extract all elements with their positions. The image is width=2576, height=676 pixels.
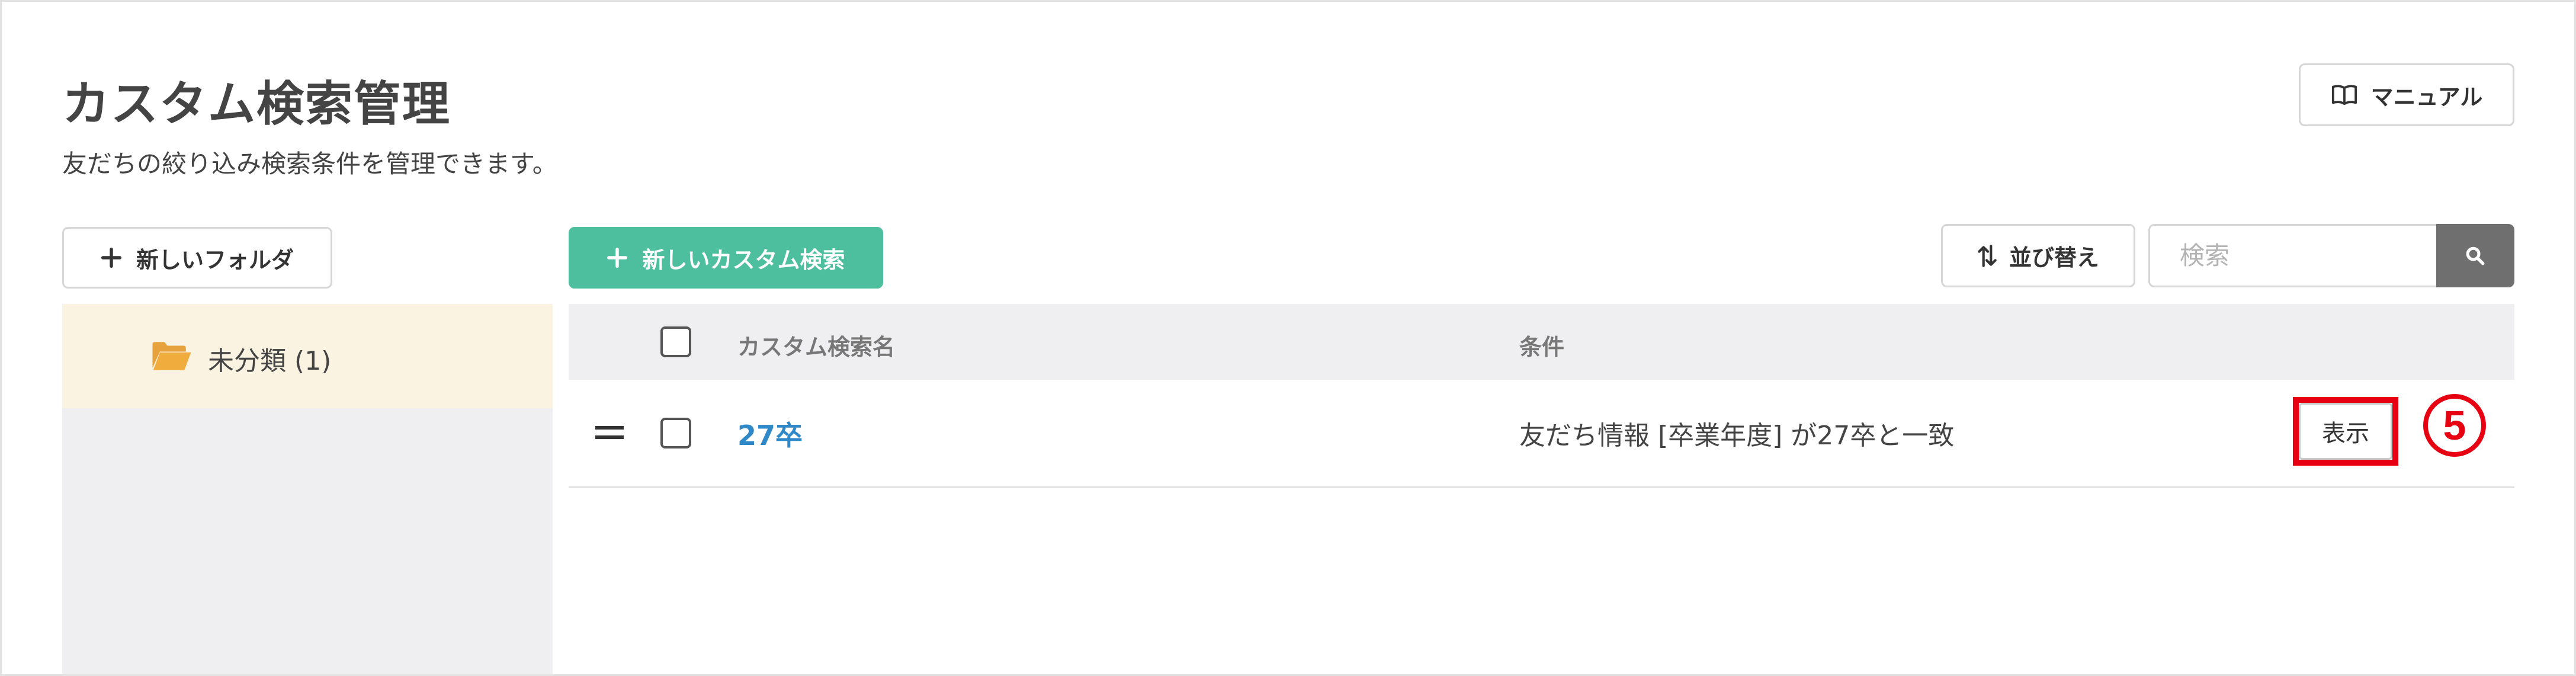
column-header-name: カスタム検索名 xyxy=(737,334,896,360)
folder-open-icon xyxy=(152,342,191,370)
manual-button[interactable]: マニュアル xyxy=(2299,63,2514,126)
search-icon xyxy=(2466,246,2485,265)
table-row: 27卒 友だち情報 [卒業年度] が27卒と一致 xyxy=(569,380,2514,488)
table-header: カスタム検索名 条件 xyxy=(569,304,2514,380)
new-folder-button[interactable]: 新しいフォルダ xyxy=(62,227,332,289)
sort-button[interactable]: 並び替え xyxy=(1941,224,2135,287)
plus-icon xyxy=(101,247,122,268)
select-all-checkbox[interactable] xyxy=(660,326,691,357)
window-frame: カスタム検索管理 友だちの絞り込み検索条件を管理できます。 マニュアル 新しいフ… xyxy=(0,0,2576,676)
folder-sidebar: 未分類 (1) xyxy=(62,304,553,674)
new-custom-search-label: 新しいカスタム検索 xyxy=(642,246,845,273)
column-header-condition: 条件 xyxy=(1519,334,1565,360)
book-icon xyxy=(2331,85,2357,105)
search-button[interactable] xyxy=(2436,224,2514,287)
manual-button-label: マニュアル xyxy=(2370,84,2483,110)
page-title: カスタム検索管理 xyxy=(62,76,451,132)
new-custom-search-button[interactable]: 新しいカスタム検索 xyxy=(569,227,883,289)
folder-item-uncategorized[interactable]: 未分類 (1) xyxy=(62,304,553,408)
new-folder-label: 新しいフォルダ xyxy=(136,246,294,273)
plus-icon xyxy=(607,247,628,268)
row-checkbox[interactable] xyxy=(660,418,691,448)
custom-search-name-link[interactable]: 27卒 xyxy=(737,414,803,453)
sort-arrows-icon xyxy=(1978,244,1997,267)
step-number-badge: 5 xyxy=(2423,394,2486,457)
custom-search-condition: 友だち情報 [卒業年度] が27卒と一致 xyxy=(1519,421,1955,451)
show-button[interactable]: 表示 xyxy=(2299,403,2392,460)
page-subtitle: 友だちの絞り込み検索条件を管理できます。 xyxy=(62,149,557,178)
folder-label: 未分類 (1) xyxy=(208,346,332,376)
sort-button-label: 並び替え xyxy=(2009,245,2099,271)
search-input[interactable] xyxy=(2148,224,2437,287)
drag-handle-icon[interactable] xyxy=(595,425,624,441)
